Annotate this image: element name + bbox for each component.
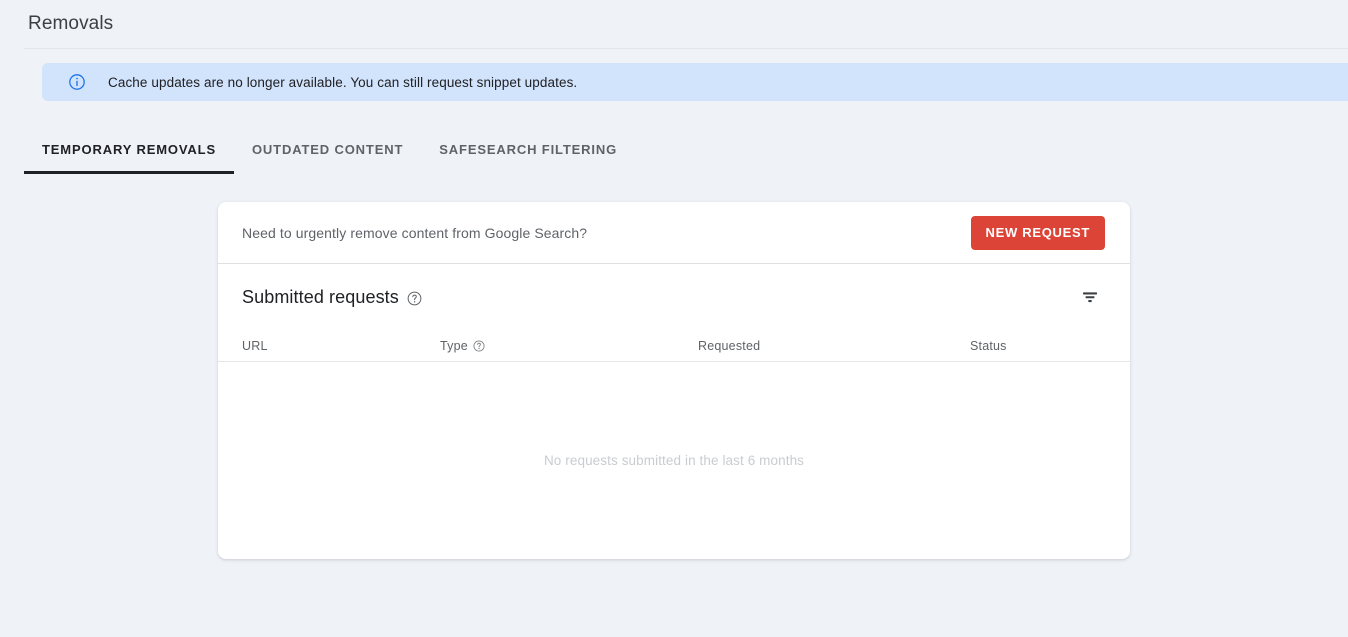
column-label: URL: [242, 338, 268, 353]
empty-state-message: No requests submitted in the last 6 mont…: [543, 453, 805, 468]
tab-bar: TEMPORARY REMOVALS OUTDATED CONTENT SAFE…: [0, 124, 1348, 176]
section-title-row: Submitted requests: [242, 287, 422, 308]
urgent-removal-row: Need to urgently remove content from Goo…: [218, 202, 1130, 264]
info-banner: Cache updates are no longer available. Y…: [42, 63, 1348, 101]
urgent-removal-prompt: Need to urgently remove content from Goo…: [242, 224, 588, 241]
filter-button[interactable]: [1073, 280, 1107, 314]
column-header-url: URL: [242, 339, 440, 353]
help-circle-icon[interactable]: [407, 291, 422, 306]
column-label: Status: [970, 338, 1007, 353]
tab-label: TEMPORARY REMOVALS: [42, 141, 216, 157]
filter-icon: [1083, 292, 1097, 303]
removals-card: Need to urgently remove content from Goo…: [218, 202, 1130, 559]
main-content-area: Need to urgently remove content from Goo…: [0, 176, 1348, 559]
help-circle-icon[interactable]: [473, 339, 485, 352]
tab-label: OUTDATED CONTENT: [251, 141, 404, 157]
tab-label: SAFESEARCH FILTERING: [439, 141, 618, 157]
new-request-button[interactable]: NEW REQUEST: [970, 215, 1105, 250]
column-label: Type: [440, 338, 468, 353]
column-header-type: Type: [440, 339, 698, 353]
tab-outdated-content[interactable]: OUTDATED CONTENT: [234, 124, 421, 174]
info-circle-icon: [69, 74, 85, 90]
page-title: Removals: [28, 13, 114, 34]
page-header: Removals: [0, 0, 1348, 48]
tab-temporary-removals[interactable]: TEMPORARY REMOVALS: [24, 124, 234, 174]
empty-state: No requests submitted in the last 6 mont…: [218, 362, 1130, 559]
column-label: Requested: [698, 338, 761, 353]
requests-table-header: URL Type Requested Status: [218, 330, 1130, 362]
column-header-status: Status: [970, 339, 1106, 353]
banner-wrapper: Cache updates are no longer available. Y…: [0, 49, 1348, 101]
section-title: Submitted requests: [242, 286, 399, 307]
submitted-requests-header: Submitted requests: [218, 264, 1130, 330]
banner-message: Cache updates are no longer available. Y…: [108, 74, 578, 90]
column-header-requested: Requested: [698, 339, 970, 353]
tab-safesearch-filtering[interactable]: SAFESEARCH FILTERING: [421, 124, 635, 174]
